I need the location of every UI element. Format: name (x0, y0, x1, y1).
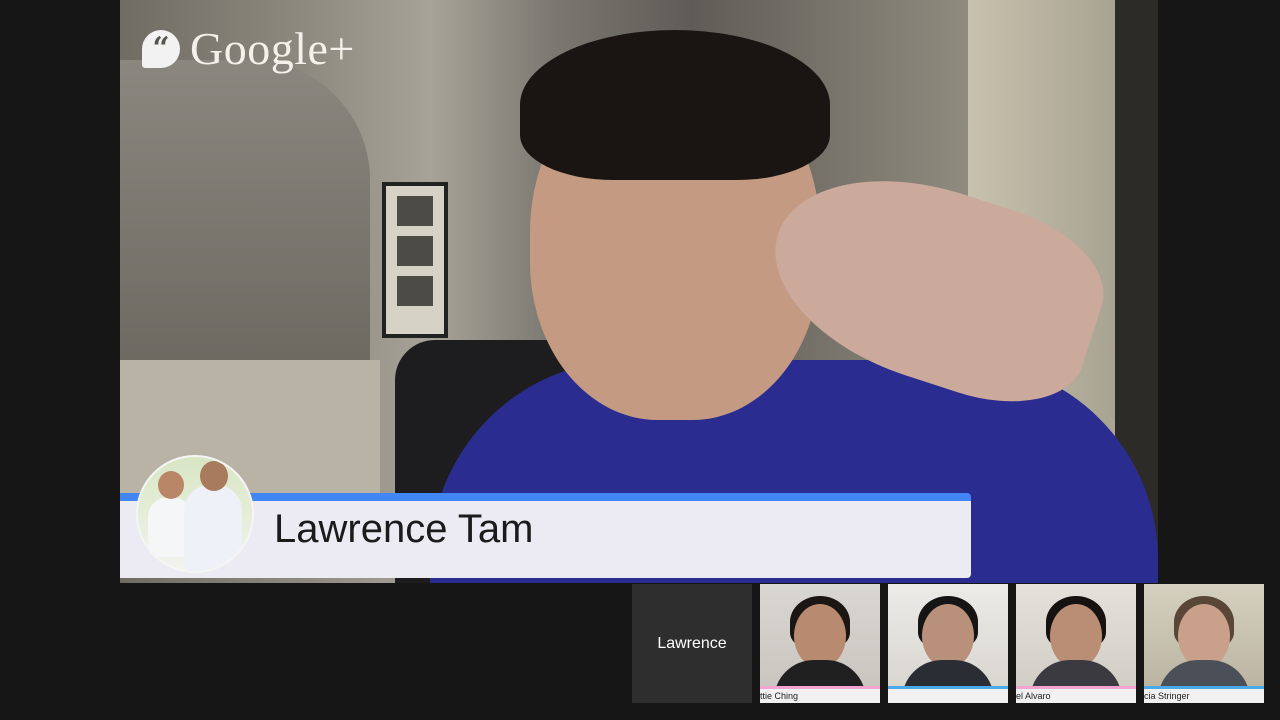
participant-label: ttie Ching (760, 686, 880, 703)
participant-strip: Lawrence ttie Ching el Alvaro cia String… (632, 584, 1264, 703)
speaker-lower-third: Lawrence Tam (120, 455, 971, 578)
hangouts-quote-icon: “ (142, 29, 180, 68)
thumb-face (1178, 604, 1230, 668)
participant-thumb[interactable]: ttie Ching (760, 584, 880, 703)
participant-thumb[interactable] (888, 584, 1008, 703)
background-picture-frame (382, 182, 448, 338)
avatar-child-head (158, 471, 184, 499)
participant-label: el Alvaro (1016, 686, 1136, 703)
avatar-adult (184, 485, 242, 571)
background-wall (120, 60, 370, 360)
speaker-name: Lawrence Tam (274, 507, 534, 551)
participant-label (888, 686, 1008, 703)
participant-thumb-self[interactable]: Lawrence (632, 584, 752, 703)
speaker-avatar (136, 455, 254, 573)
google-plus-logo: “ Google+ (142, 22, 355, 75)
participant-self-label: Lawrence (657, 634, 727, 652)
participant-thumb[interactable]: el Alvaro (1016, 584, 1136, 703)
participant-label: cia Stringer (1144, 686, 1264, 703)
thumb-face (1050, 604, 1102, 668)
thumb-face (922, 604, 974, 668)
speaker-hair (520, 30, 830, 180)
avatar-adult-head (200, 461, 228, 491)
logo-text: Google+ (190, 23, 355, 74)
participant-thumb[interactable]: cia Stringer (1144, 584, 1264, 703)
thumb-face (794, 604, 846, 668)
